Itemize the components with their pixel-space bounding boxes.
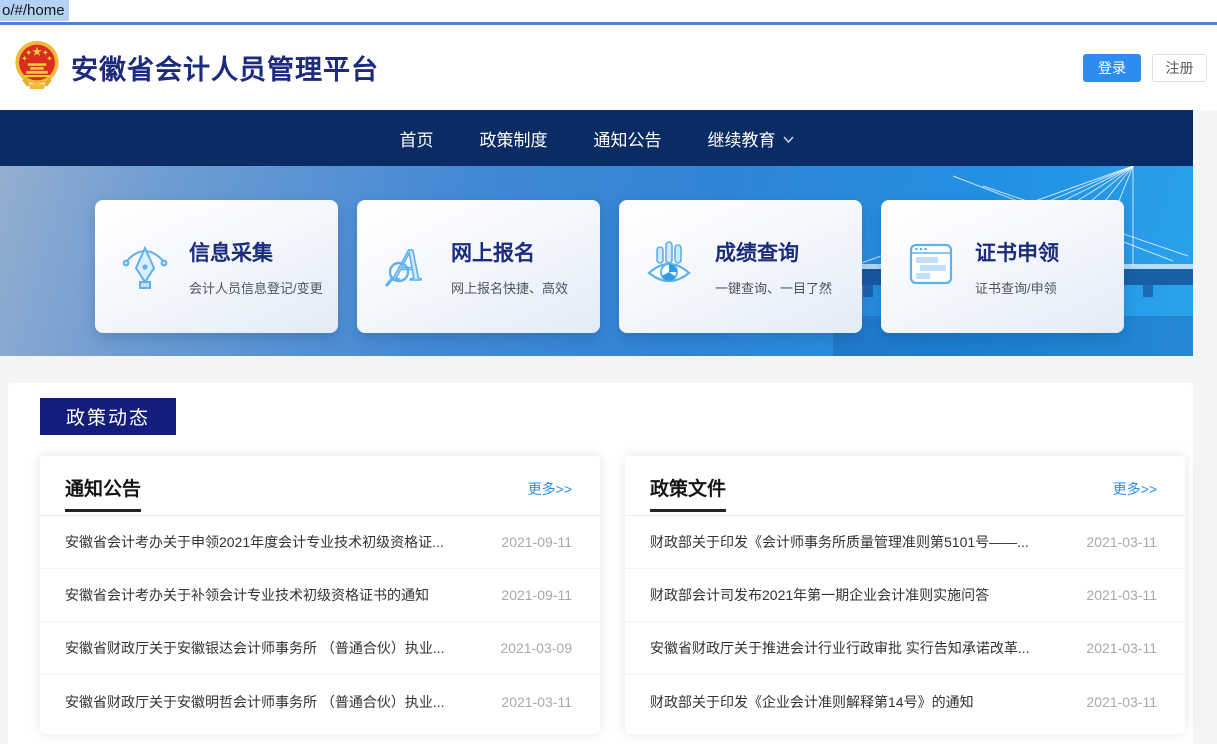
list-item[interactable]: 财政部关于印发《会计师事务所质量管理准则第5101号——... 2021-03-…	[625, 516, 1185, 569]
card-title: 信息采集	[189, 237, 323, 267]
list-item[interactable]: 安徽省财政厅关于推进会计行业行政审批 实行告知承诺改革... 2021-03-1…	[625, 622, 1185, 675]
header-actions: 登录 注册	[1083, 54, 1207, 82]
list-item-title: 安徽省财政厅关于推进会计行业行政审批 实行告知承诺改革...	[650, 638, 1030, 658]
notices-more-link[interactable]: 更多>>	[528, 479, 572, 499]
card-title: 证书申领	[975, 237, 1059, 267]
card-title: 成绩查询	[715, 237, 832, 267]
pen-nib-icon	[121, 238, 169, 295]
nav-item-notices[interactable]: 通知公告	[594, 126, 662, 151]
list-item-title: 安徽省会计考办关于申领2021年度会计专业技术初级资格证...	[65, 532, 444, 552]
nav-item-continuing-education[interactable]: 继续教育	[708, 126, 794, 151]
list-item[interactable]: 财政部关于印发《企业会计准则解释第14号》的通知 2021-03-11	[625, 675, 1185, 728]
login-button[interactable]: 登录	[1083, 54, 1141, 82]
policy-section: 政策动态 通知公告 更多>> 安徽省会计考办关于申领2021年度会计专业技术初级…	[8, 383, 1193, 744]
list-item-title: 财政部关于印发《企业会计准则解释第14号》的通知	[650, 692, 974, 712]
url-text[interactable]: o/#/home	[0, 0, 69, 21]
card-subtitle: 网上报名快捷、高效	[451, 278, 568, 297]
list-item[interactable]: 财政部会计司发布2021年第一期企业会计准则实施问答 2021-03-11	[625, 569, 1185, 622]
policy-files-more-link[interactable]: 更多>>	[1113, 479, 1157, 499]
nav-label: 继续教育	[708, 126, 776, 151]
policy-files-panel: 政策文件 更多>> 财政部关于印发《会计师事务所质量管理准则第5101号——..…	[625, 456, 1185, 734]
nav-label: 通知公告	[594, 126, 662, 151]
list-item-title: 安徽省财政厅关于安徽银达会计师事务所 （普通合伙）执业...	[65, 638, 445, 658]
list-item-date: 2021-03-11	[1086, 694, 1157, 710]
list-item-date: 2021-03-11	[1086, 534, 1157, 550]
panel-title: 通知公告	[65, 474, 141, 512]
chevron-down-icon	[783, 128, 794, 148]
policy-dynamics-badge: 政策动态	[40, 398, 176, 435]
quick-action-cards: 信息采集 会计人员信息登记/变更 A 网上报名 网上报名快捷、高效	[95, 200, 1124, 333]
main-nav: 首页 政策制度 通知公告 继续教育	[0, 110, 1193, 166]
card-score-inquiry[interactable]: 成绩查询 一键查询、一目了然	[619, 200, 862, 333]
list-item-title: 财政部关于印发《会计师事务所质量管理准则第5101号——...	[650, 532, 1029, 552]
list-item-title: 安徽省财政厅关于安徽明哲会计师事务所 （普通合伙）执业...	[65, 692, 445, 712]
list-item-date: 2021-09-11	[501, 534, 572, 550]
nav-label: 政策制度	[480, 126, 548, 151]
card-subtitle: 一键查询、一目了然	[715, 278, 832, 297]
hero-banner: 信息采集 会计人员信息登记/变更 A 网上报名 网上报名快捷、高效	[0, 166, 1193, 356]
national-emblem-logo-icon	[12, 38, 62, 97]
certificate-window-icon	[907, 239, 955, 294]
nav-item-policy-system[interactable]: 政策制度	[480, 126, 548, 151]
notices-panel: 通知公告 更多>> 安徽省会计考办关于申领2021年度会计专业技术初级资格证..…	[40, 456, 600, 734]
list-item-title: 财政部会计司发布2021年第一期企业会计准则实施问答	[650, 585, 989, 605]
list-item-date: 2021-03-11	[1086, 640, 1157, 656]
card-certificate-application[interactable]: 证书申领 证书查询/申领	[881, 200, 1124, 333]
card-online-registration[interactable]: A 网上报名 网上报名快捷、高效	[357, 200, 600, 333]
letter-a-search-icon: A	[383, 238, 431, 295]
list-item-date: 2021-03-11	[1086, 587, 1157, 603]
panel-title: 政策文件	[650, 474, 726, 512]
eye-chart-icon	[645, 239, 695, 294]
list-item-date: 2021-03-11	[501, 694, 572, 710]
register-button[interactable]: 注册	[1152, 54, 1207, 82]
nav-item-home[interactable]: 首页	[400, 126, 434, 151]
site-header: 安徽省会计人员管理平台 登录 注册	[0, 25, 1217, 110]
list-item-title: 安徽省会计考办关于补领会计专业技术初级资格证书的通知	[65, 585, 429, 605]
nav-label: 首页	[400, 126, 434, 151]
list-item[interactable]: 安徽省会计考办关于申领2021年度会计专业技术初级资格证... 2021-09-…	[40, 516, 600, 569]
card-subtitle: 会计人员信息登记/变更	[189, 278, 323, 297]
card-info-collection[interactable]: 信息采集 会计人员信息登记/变更	[95, 200, 338, 333]
list-item-date: 2021-09-11	[501, 587, 572, 603]
list-item-date: 2021-03-09	[500, 640, 572, 656]
card-subtitle: 证书查询/申领	[975, 278, 1059, 297]
card-title: 网上报名	[451, 237, 568, 267]
list-item[interactable]: 安徽省财政厅关于安徽银达会计师事务所 （普通合伙）执业... 2021-03-0…	[40, 622, 600, 675]
list-item[interactable]: 安徽省会计考办关于补领会计专业技术初级资格证书的通知 2021-09-11	[40, 569, 600, 622]
list-item[interactable]: 安徽省财政厅关于安徽明哲会计师事务所 （普通合伙）执业... 2021-03-1…	[40, 675, 600, 728]
browser-address-remnant: o/#/home	[0, 0, 1217, 22]
page-title: 安徽省会计人员管理平台	[71, 48, 379, 87]
